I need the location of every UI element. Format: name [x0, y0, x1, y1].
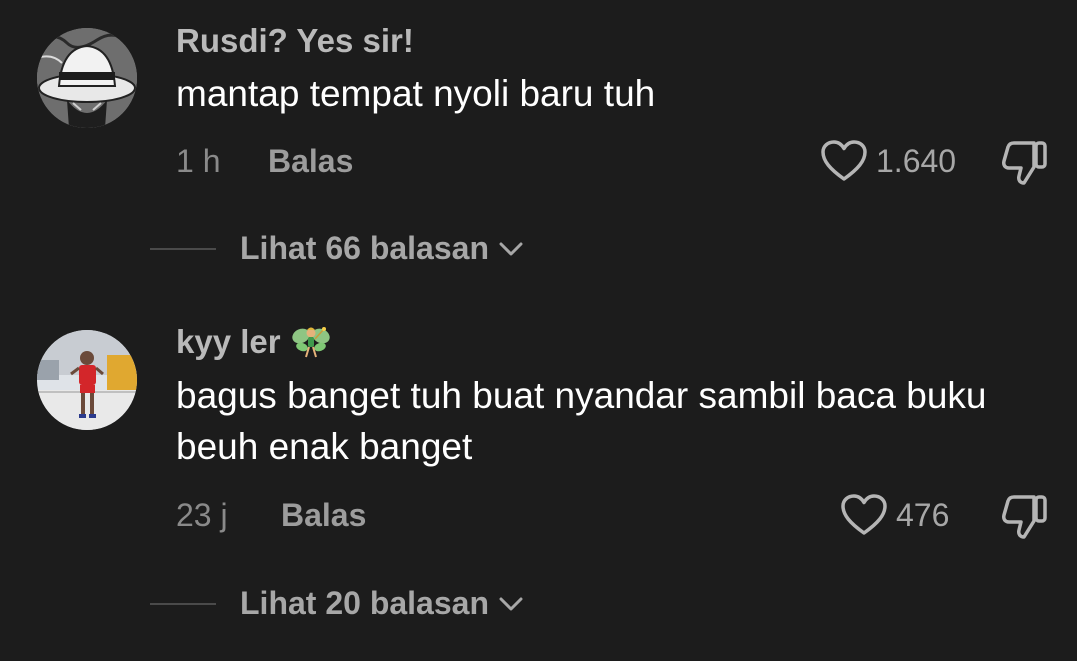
username-label: Rusdi? Yes sir! — [176, 22, 414, 59]
comment-timestamp: 23 j — [176, 497, 228, 533]
dislike-button[interactable] — [1000, 493, 1050, 546]
comment-timestamp: 1 h — [176, 143, 221, 179]
thumbs-down-icon — [1002, 141, 1047, 185]
divider-line — [150, 247, 216, 250]
like-count: 1.640 — [876, 142, 957, 179]
fairy-emoji-icon — [291, 327, 330, 358]
view-replies-label: Lihat 66 balasan — [240, 230, 489, 266]
comment-username[interactable]: Rusdi? Yes sir! — [176, 22, 414, 60]
reply-button[interactable]: Balas — [268, 143, 353, 180]
view-replies-button[interactable]: Lihat 20 balasan — [150, 585, 523, 622]
heart-icon — [821, 140, 867, 181]
divider-line — [150, 602, 216, 605]
comment-text: bagus banget tuh buat nyandar sambil bac… — [176, 375, 987, 467]
heart-icon — [841, 494, 887, 535]
comment-text: mantap tempat nyoli baru tuh — [176, 73, 656, 114]
thumbs-down-icon — [1002, 495, 1047, 539]
avatar[interactable] — [37, 330, 137, 430]
username-label: kyy ler — [176, 323, 281, 360]
chevron-down-icon — [499, 597, 523, 610]
view-replies-button[interactable]: Lihat 66 balasan — [150, 230, 523, 267]
person-avatar-icon — [37, 330, 137, 430]
avatar[interactable] — [37, 28, 137, 128]
like-count: 476 — [896, 496, 950, 533]
straw-hat-avatar-icon — [37, 28, 137, 128]
comment-username[interactable]: kyy ler — [176, 322, 331, 362]
dislike-button[interactable] — [1000, 139, 1050, 192]
chevron-down-icon — [499, 242, 523, 255]
view-replies-label: Lihat 20 balasan — [240, 585, 489, 621]
like-button[interactable]: 1.640 — [820, 139, 956, 183]
reply-button[interactable]: Balas — [281, 497, 366, 534]
like-button[interactable]: 476 — [840, 493, 949, 537]
